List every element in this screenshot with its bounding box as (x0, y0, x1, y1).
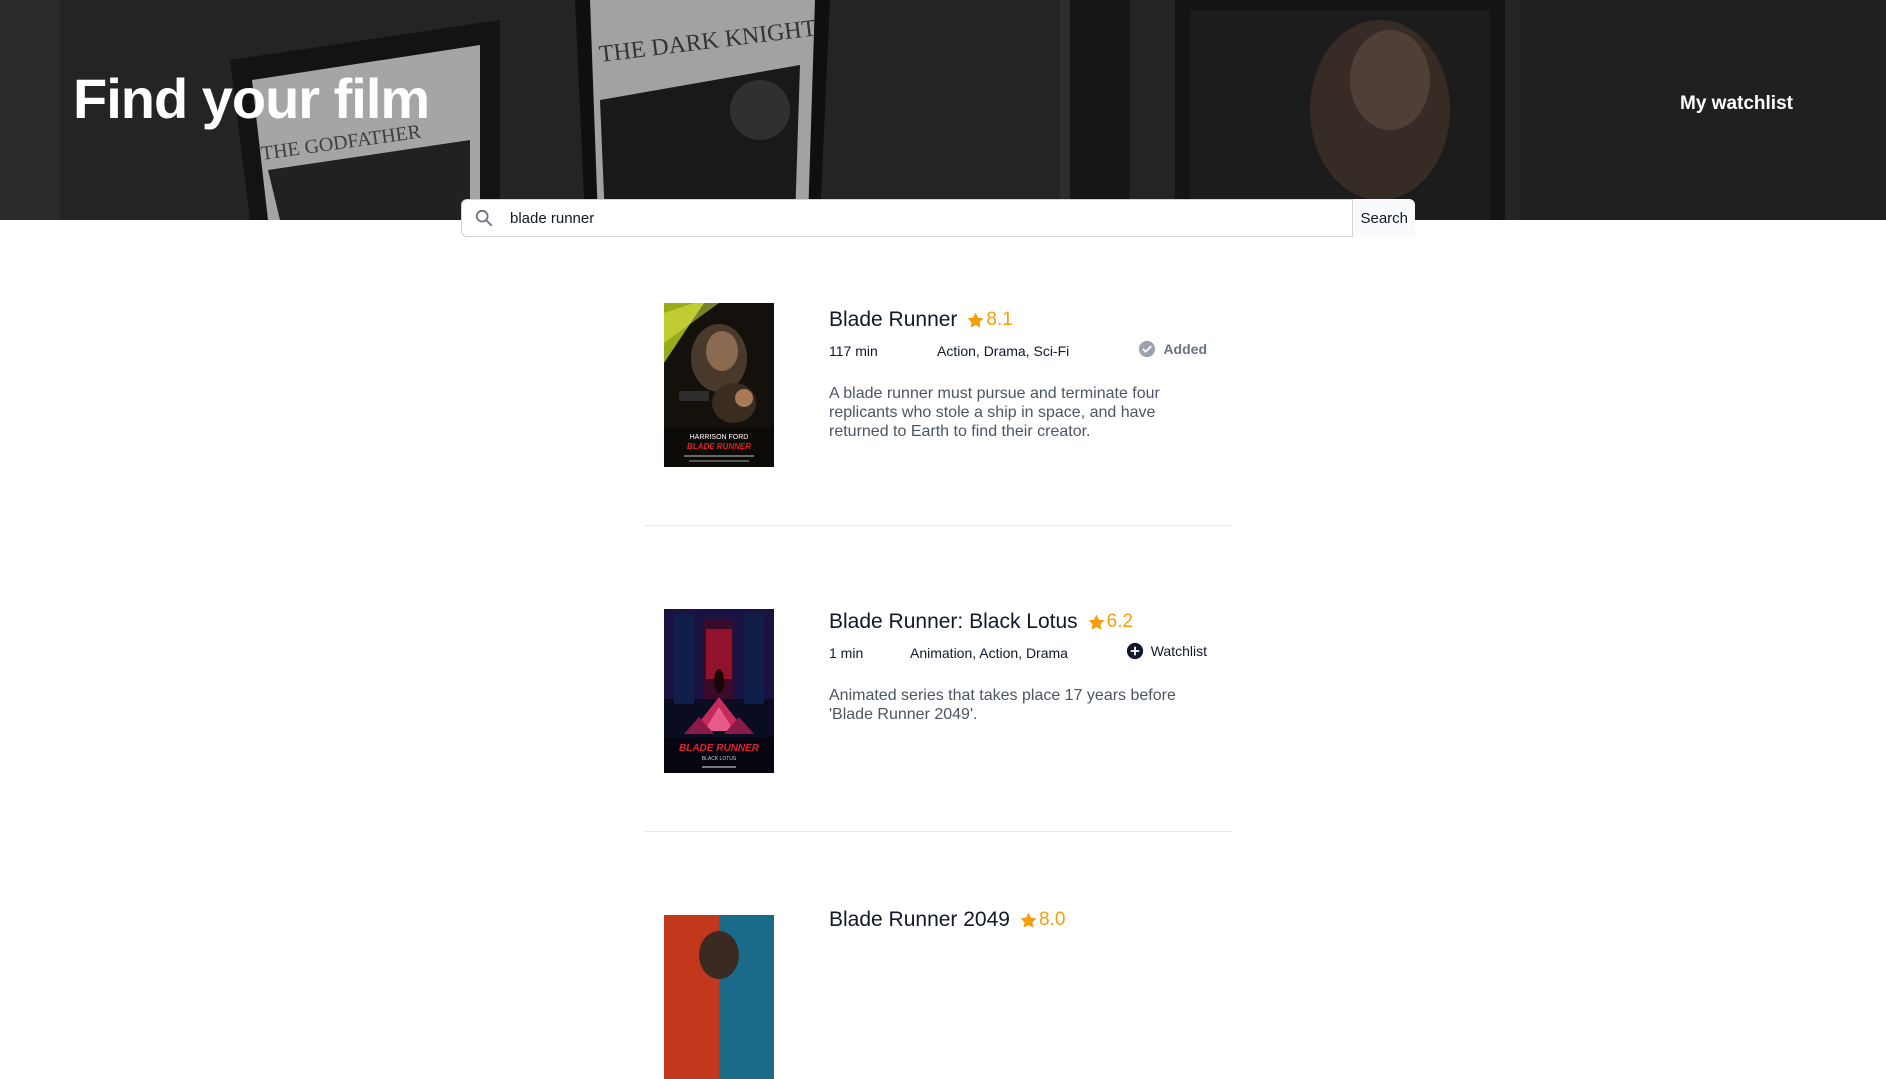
film-result: BLADE RUNNER BLACK LOTUS Blade Runner: B… (645, 526, 1232, 832)
film-result: HARRISON FORD BLADE RUNNER Blade Runner … (645, 268, 1232, 526)
svg-text:BLADE RUNNER: BLADE RUNNER (679, 743, 760, 754)
page-title: Find your film (73, 67, 430, 130)
star-icon (968, 312, 984, 328)
film-runtime: 117 min (829, 343, 878, 359)
rating-value: 6.2 (1106, 611, 1134, 632)
film-plot: Animated series that takes place 17 year… (829, 687, 1176, 723)
rating-value: 8.1 (986, 309, 1013, 330)
film-poster: BLADE RUNNER BLACK LOTUS (664, 609, 774, 773)
results-list: HARRISON FORD BLADE RUNNER Blade Runner … (645, 268, 1232, 1079)
star-icon (1020, 912, 1037, 928)
film-poster: HARRISON FORD BLADE RUNNER (664, 303, 774, 467)
my-watchlist-link[interactable]: My watchlist (1680, 93, 1793, 115)
svg-text:BLACK LOTUS: BLACK LOTUS (702, 756, 737, 762)
film-poster (664, 915, 774, 1079)
film-genres: Animation, Action, Drama (910, 645, 1068, 661)
watchlist-button-label: Watchlist (1150, 643, 1207, 659)
film-title[interactable]: Blade Runner 2049 (829, 908, 1010, 932)
film-title[interactable]: Blade Runner: Black Lotus (829, 610, 1078, 634)
film-info: Blade Runner 8.1 117 min Action, Drama, … (829, 305, 1219, 457)
svg-text:BLADE RUNNER: BLADE RUNNER (687, 442, 751, 451)
add-to-watchlist-button[interactable]: Watchlist (1126, 642, 1207, 660)
plus-circle-icon (1126, 642, 1143, 660)
film-plot: A blade runner must pursue and terminate… (829, 385, 1160, 440)
film-runtime: 1 min (829, 645, 864, 661)
watchlist-button-label: Added (1163, 341, 1207, 357)
film-rating: 8.0 (1019, 909, 1065, 931)
rating-value: 8.0 (1038, 909, 1066, 930)
search-icon (462, 209, 506, 227)
search-bar: Search (461, 199, 1415, 237)
film-result: Blade Runner 2049 8.0 (645, 832, 1232, 1079)
film-info: Blade Runner: Black Lotus 6.2 1 min Anim… (829, 607, 1219, 740)
search-button[interactable]: Search (1352, 199, 1415, 237)
check-circle-icon (1139, 340, 1156, 358)
search-input[interactable] (506, 200, 1353, 236)
film-rating: 8.1 (966, 309, 1013, 331)
svg-text:HARRISON FORD: HARRISON FORD (690, 434, 749, 441)
watchlist-added-button[interactable]: Added (1138, 340, 1207, 358)
film-info: Blade Runner 2049 8.0 (829, 905, 1219, 935)
film-title[interactable]: Blade Runner (829, 308, 957, 332)
hero-header: THE GODFATHER THE DARK KNIGHT Find your … (0, 0, 1886, 220)
film-rating: 6.2 (1087, 611, 1133, 633)
star-icon (1088, 614, 1105, 630)
film-genres: Action, Drama, Sci-Fi (937, 343, 1070, 359)
